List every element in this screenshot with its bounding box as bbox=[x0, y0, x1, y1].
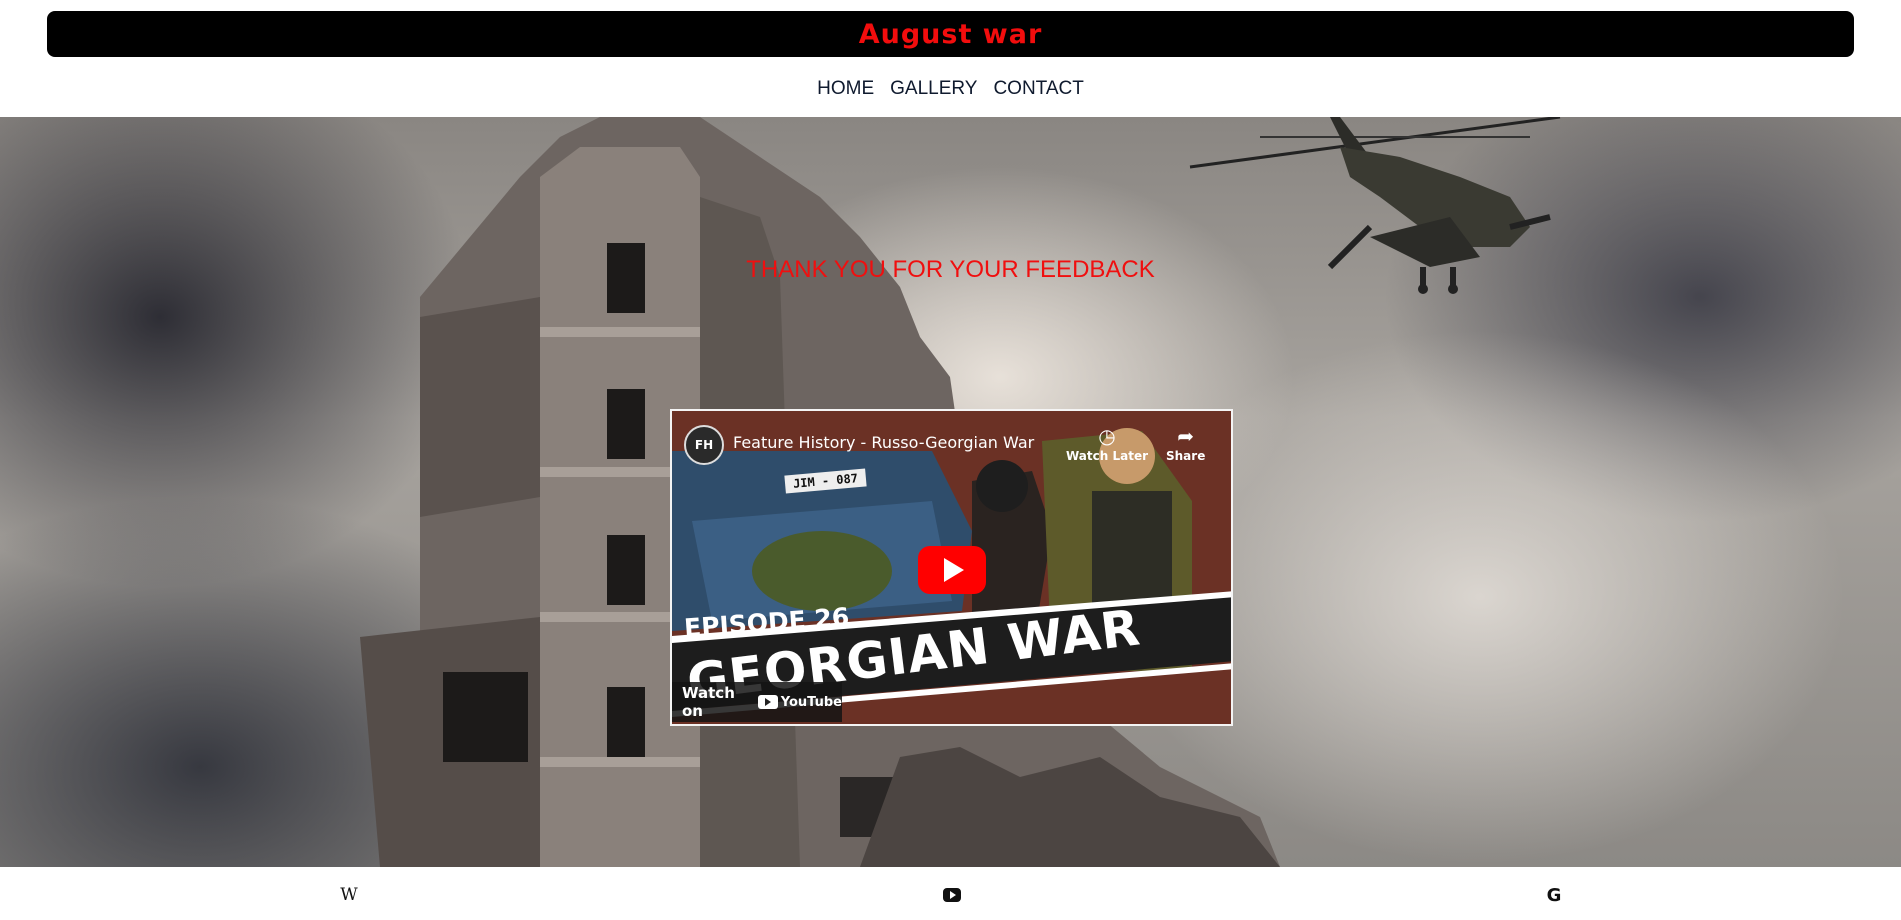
watch-on-youtube-button[interactable]: Watch on YouTube bbox=[672, 682, 842, 722]
footer: W G bbox=[0, 867, 1901, 920]
title-bar: August war bbox=[47, 11, 1854, 57]
watch-on-label: Watch on bbox=[682, 684, 735, 720]
main-nav: HOME GALLERY CONTACT bbox=[0, 78, 1901, 104]
play-button[interactable] bbox=[918, 546, 986, 594]
wikipedia-icon[interactable]: W bbox=[338, 885, 360, 905]
youtube-wordmark: YouTube bbox=[780, 694, 842, 710]
nav-gallery-link[interactable]: GALLERY bbox=[890, 78, 977, 104]
google-icon[interactable]: G bbox=[1543, 885, 1565, 906]
youtube-embed[interactable]: FH Feature History - Russo-Georgian War … bbox=[670, 409, 1233, 726]
hero-background: THANK YOU FOR YOUR FEEDBACK FH Feature H… bbox=[0, 117, 1901, 867]
channel-avatar-icon[interactable]: FH bbox=[684, 425, 724, 465]
youtube-icon[interactable] bbox=[941, 885, 963, 905]
watch-later-button[interactable]: ◷ Watch Later bbox=[1066, 423, 1148, 463]
nav-home-link[interactable]: HOME bbox=[817, 78, 874, 104]
share-label: Share bbox=[1166, 449, 1206, 463]
feedback-message: THANK YOU FOR YOUR FEEDBACK bbox=[746, 256, 1155, 283]
youtube-logo: YouTube bbox=[757, 694, 842, 710]
share-button[interactable]: ➦ Share bbox=[1166, 423, 1205, 463]
site-title: August war bbox=[858, 18, 1043, 50]
watch-later-label: Watch Later bbox=[1066, 449, 1149, 463]
clock-icon: ◷ bbox=[1098, 424, 1116, 448]
share-icon: ➦ bbox=[1177, 424, 1195, 448]
nav-contact-link[interactable]: CONTACT bbox=[993, 78, 1083, 104]
video-title[interactable]: Feature History - Russo-Georgian War bbox=[733, 433, 1034, 452]
youtube-play-icon bbox=[757, 695, 778, 709]
